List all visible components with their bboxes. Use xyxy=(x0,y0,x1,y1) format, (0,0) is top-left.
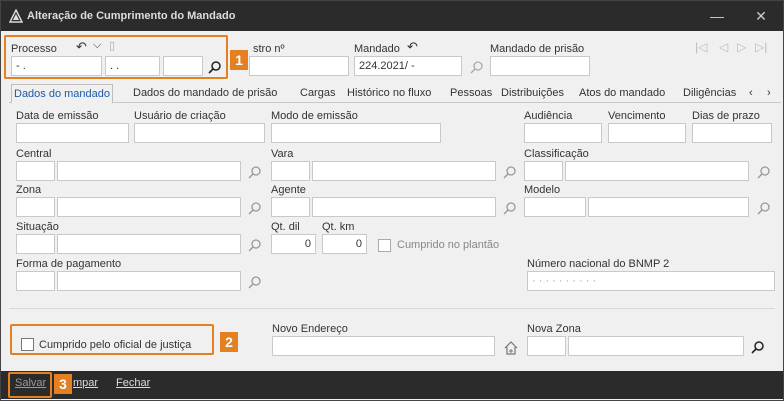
audiencia-label: Audiência xyxy=(524,110,573,122)
classificacao-code-field[interactable] xyxy=(524,161,563,181)
zona-code-field[interactable] xyxy=(16,197,55,217)
badge-3: 3 xyxy=(54,374,72,394)
data-emissao-field[interactable] xyxy=(16,123,129,143)
last-record-icon[interactable]: ▷| xyxy=(755,40,767,54)
agente-search-icon[interactable] xyxy=(503,201,517,215)
central-label: Central xyxy=(16,148,52,160)
registro-field[interactable] xyxy=(249,56,349,76)
classificacao-label: Classificação xyxy=(524,148,589,160)
modelo-label: Modelo xyxy=(524,184,561,196)
tab-historico[interactable]: Histórico no fluxo xyxy=(345,84,433,102)
forma-pagamento-code-field[interactable] xyxy=(16,271,55,291)
audiencia-field[interactable] xyxy=(524,123,602,143)
cumprido-plantao-checkbox[interactable] xyxy=(378,239,391,252)
prev-record-icon[interactable]: ◁ xyxy=(719,40,728,54)
app-logo-icon xyxy=(9,9,23,23)
central-search-icon[interactable] xyxy=(248,165,262,179)
title-bar: Alteração de Cumprimento do Mandado — ✕ xyxy=(1,1,783,31)
next-record-icon[interactable]: ▷ xyxy=(737,40,746,54)
vencimento-label: Vencimento xyxy=(608,110,666,122)
add-address-icon[interactable] xyxy=(503,340,519,356)
qt-km-label: Qt. km xyxy=(322,221,355,233)
vara-search-icon[interactable] xyxy=(503,165,517,179)
agente-label: Agente xyxy=(271,184,306,196)
data-emissao-label: Data de emissão xyxy=(16,110,99,122)
usuario-criacao-label: Usuário de criação xyxy=(134,110,226,122)
classificacao-name-field[interactable] xyxy=(565,161,749,181)
tab-bar: Dados do mandado Dados do mandado de pri… xyxy=(9,84,781,104)
tab-cargas[interactable]: Cargas xyxy=(298,84,337,102)
vencimento-field[interactable] xyxy=(608,123,686,143)
novo-endereco-field[interactable] xyxy=(272,336,495,356)
forma-pagamento-search-icon[interactable] xyxy=(248,275,262,289)
dias-prazo-label: Dias de prazo xyxy=(692,110,760,122)
cumprido-plantao-label: Cumprido no plantão xyxy=(397,239,500,251)
modelo-search-icon[interactable] xyxy=(757,201,771,215)
dias-prazo-field[interactable] xyxy=(692,123,772,143)
agente-name-field[interactable] xyxy=(312,197,496,217)
situacao-code-field[interactable] xyxy=(16,234,55,254)
nova-zona-label: Nova Zona xyxy=(527,323,581,335)
tab-dados-prisao[interactable]: Dados do mandado de prisão xyxy=(131,84,279,102)
qt-km-field[interactable]: 0 xyxy=(322,234,367,254)
zona-name-field[interactable] xyxy=(57,197,241,217)
mandado-field[interactable]: 224.2021/ - xyxy=(354,56,462,76)
registro-label: stro nº xyxy=(253,43,285,55)
tab-pessoas[interactable]: Pessoas xyxy=(448,84,494,102)
tab-diligencias[interactable]: Diligências xyxy=(681,84,738,102)
modelo-code-field[interactable] xyxy=(524,197,586,217)
mandado-prisao-label: Mandado de prisão xyxy=(490,43,585,55)
tab-distribuicoes[interactable]: Distribuições xyxy=(499,84,566,102)
badge-2: 2 xyxy=(220,332,238,352)
limpar-button[interactable]: mpar xyxy=(73,377,98,389)
window-title: Alteração de Cumprimento do Mandado xyxy=(27,10,236,22)
dialog-window: Alteração de Cumprimento do Mandado — ✕ … xyxy=(0,0,784,401)
nova-zona-code-field[interactable] xyxy=(527,336,566,356)
qt-dil-label: Qt. dil xyxy=(271,221,300,233)
mandado-label: Mandado xyxy=(354,43,400,55)
numero-bnmp-label: Número nacional do BNMP 2 xyxy=(527,258,670,270)
highlight-cumprido xyxy=(10,324,214,355)
nova-zona-search-icon[interactable] xyxy=(751,340,765,354)
mandado-undo-icon[interactable]: ↶ xyxy=(407,39,418,55)
situacao-search-icon[interactable] xyxy=(248,238,262,252)
usuario-criacao-field[interactable] xyxy=(134,123,265,143)
qt-dil-field[interactable]: 0 xyxy=(271,234,316,254)
footer-bar: Salvar mpar Fechar xyxy=(1,371,783,399)
central-name-field[interactable] xyxy=(57,161,241,181)
tab-dados-mandado[interactable]: Dados do mandado xyxy=(11,84,114,104)
vara-code-field[interactable] xyxy=(271,161,310,181)
zona-label: Zona xyxy=(16,184,42,196)
forma-pagamento-name-field[interactable] xyxy=(57,271,241,291)
central-code-field[interactable] xyxy=(16,161,55,181)
zona-search-icon[interactable] xyxy=(248,201,262,215)
mandado-prisao-field[interactable] xyxy=(490,56,590,76)
separator xyxy=(9,308,775,309)
tab-scroll-right-icon[interactable]: › xyxy=(765,84,773,102)
modo-emissao-label: Modo de emissão xyxy=(271,110,358,122)
tab-atos[interactable]: Atos do mandado xyxy=(577,84,667,102)
situacao-name-field[interactable] xyxy=(57,234,241,254)
modo-emissao-field[interactable] xyxy=(271,123,441,143)
fechar-button[interactable]: Fechar xyxy=(116,377,150,389)
modelo-name-field[interactable] xyxy=(588,197,749,217)
agente-code-field[interactable] xyxy=(271,197,310,217)
tab-scroll-left-icon[interactable]: ‹ xyxy=(747,84,755,102)
vara-name-field[interactable] xyxy=(312,161,496,181)
highlight-processo xyxy=(4,35,228,79)
numero-bnmp-field[interactable]: · · · · · · · · · · xyxy=(527,271,775,291)
mandado-search-icon[interactable] xyxy=(470,60,484,74)
novo-endereco-label: Novo Endereço xyxy=(272,323,348,335)
first-record-icon[interactable]: |◁ xyxy=(695,40,707,54)
minimize-icon[interactable]: — xyxy=(707,6,727,26)
close-icon[interactable]: ✕ xyxy=(751,6,771,26)
highlight-salvar xyxy=(8,372,52,398)
classificacao-search-icon[interactable] xyxy=(757,165,771,179)
vara-label: Vara xyxy=(271,148,294,160)
nova-zona-name-field[interactable] xyxy=(568,336,744,356)
forma-pagamento-label: Forma de pagamento xyxy=(16,258,122,270)
situacao-label: Situação xyxy=(16,221,59,233)
badge-1: 1 xyxy=(230,50,248,70)
